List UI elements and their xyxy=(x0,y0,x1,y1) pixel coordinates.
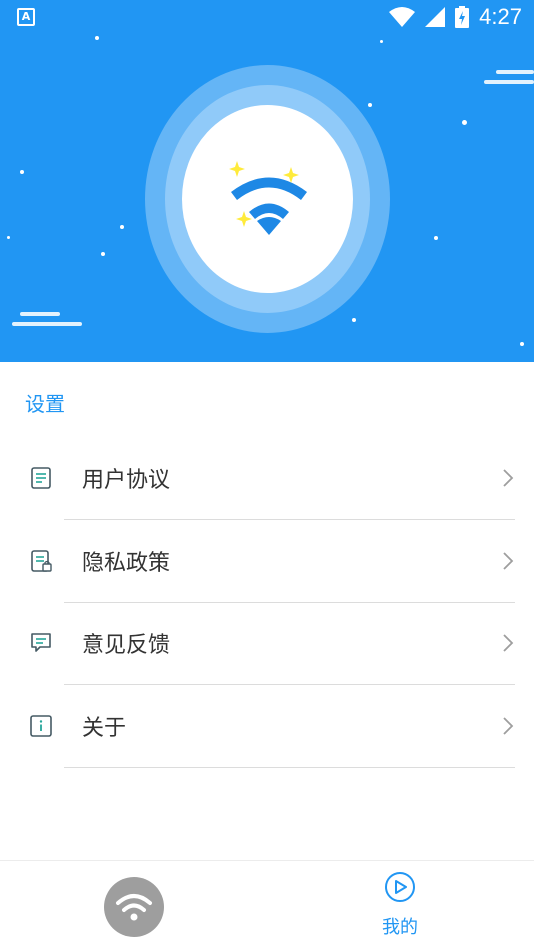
menu-item-label: 用户协议 xyxy=(82,468,171,493)
status-time: 4:27 xyxy=(479,4,522,29)
header-banner: A 4:27 xyxy=(0,0,534,362)
menu-item-label: 隐私政策 xyxy=(82,551,171,576)
hero-wifi-badge xyxy=(145,65,390,333)
menu-item-user-agreement[interactable]: 用户协议 xyxy=(0,438,534,520)
privacy-document-icon xyxy=(31,550,52,572)
menu-item-label: 意见反馈 xyxy=(82,633,171,658)
star-decoration xyxy=(101,252,105,256)
nav-tab-mine-label: 我的 xyxy=(382,917,418,938)
nav-tab-wifi[interactable] xyxy=(104,877,164,937)
wifi-icon xyxy=(116,894,152,921)
menu-item-privacy-policy[interactable]: 隐私政策 xyxy=(0,521,534,603)
cloud-decoration xyxy=(12,322,82,326)
cellular-signal-icon xyxy=(425,7,446,27)
star-decoration xyxy=(95,36,99,40)
divider xyxy=(64,519,515,520)
wifi-icon xyxy=(229,161,307,235)
star-decoration xyxy=(434,236,438,240)
cloud-decoration xyxy=(496,70,534,74)
menu-item-feedback[interactable]: 意见反馈 xyxy=(0,603,534,685)
bottom-nav: 我的 xyxy=(0,860,534,951)
cloud-decoration xyxy=(20,312,60,316)
app-notification-icon: A xyxy=(17,8,35,26)
chevron-right-icon xyxy=(503,717,514,735)
wifi-signal-icon xyxy=(389,7,416,27)
chevron-right-icon xyxy=(503,469,514,487)
divider xyxy=(64,684,515,685)
menu-item-about[interactable]: 关于 xyxy=(0,686,534,768)
battery-charging-icon xyxy=(455,6,470,28)
document-icon xyxy=(31,467,51,489)
cloud-decoration xyxy=(484,80,534,84)
menu-item-label: 关于 xyxy=(82,716,127,741)
star-decoration xyxy=(462,120,467,125)
divider xyxy=(64,767,515,768)
star-decoration xyxy=(520,342,524,346)
play-circle-icon xyxy=(385,872,415,902)
star-decoration xyxy=(120,225,124,229)
settings-section-title: 设置 xyxy=(25,392,65,416)
star-decoration xyxy=(7,236,10,239)
star-decoration xyxy=(380,40,383,43)
chevron-right-icon xyxy=(503,552,514,570)
info-icon xyxy=(30,715,52,737)
status-bar: A 4:27 xyxy=(0,0,534,36)
chevron-right-icon xyxy=(503,634,514,652)
feedback-icon xyxy=(31,633,51,652)
nav-tab-mine[interactable]: 我的 xyxy=(370,871,430,941)
star-decoration xyxy=(20,170,24,174)
